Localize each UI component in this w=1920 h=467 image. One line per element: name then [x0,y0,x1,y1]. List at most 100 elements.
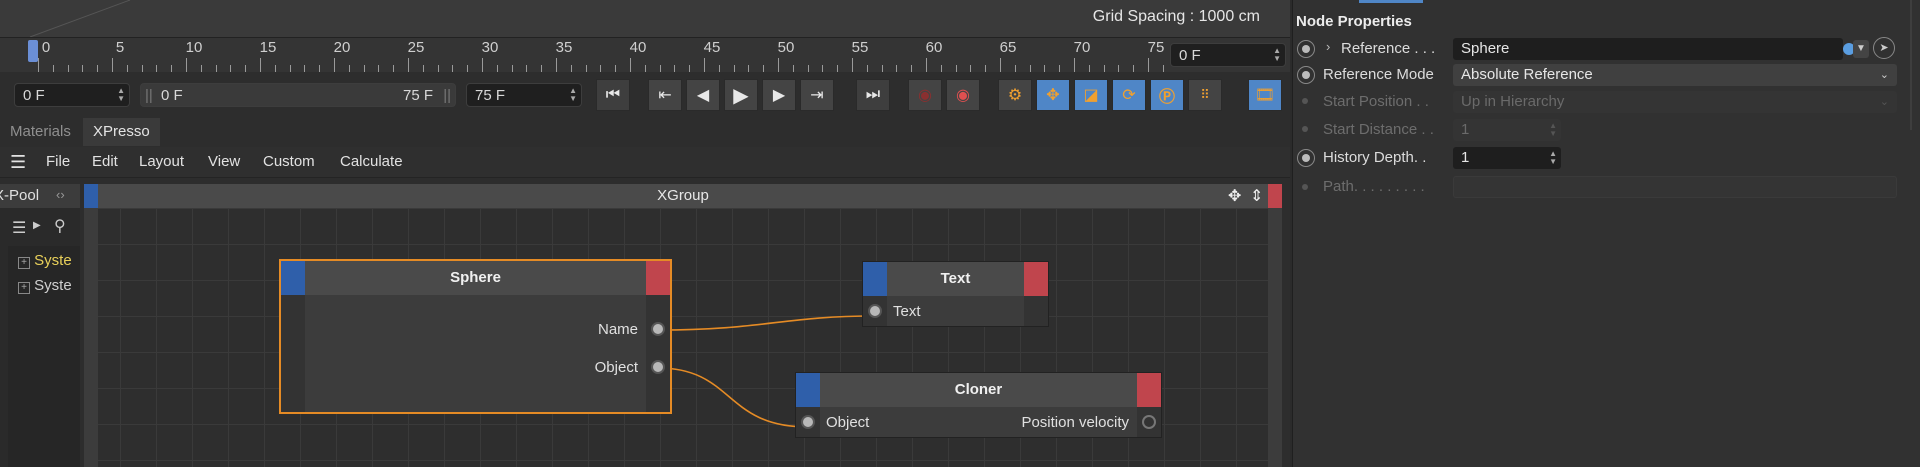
prev-key-button[interactable]: ⇤ [648,79,682,111]
side-panel-tabs[interactable] [1906,0,1920,140]
timeline-tick-label: 40 [629,39,647,56]
key-position-button[interactable]: ✥ [1036,79,1070,111]
xgroup-header[interactable]: XGroup ✥ ⇕ [84,184,1282,208]
tree-item-label: Syste [34,277,72,294]
timeline-tick [630,58,631,72]
skip-start-icon: ⏮ [605,86,621,103]
range-handle-left-icon[interactable]: || [145,84,153,108]
dots-grid-icon: ⠿ [1200,87,1210,102]
animate-radio[interactable] [1297,40,1315,58]
start-frame-field[interactable]: 0 F ▲ ▼ [14,83,130,107]
reference-mode-select[interactable]: Absolute Reference ⌄ [1453,64,1897,86]
key-settings-button[interactable]: ⚙ [998,79,1032,111]
timeline-tick [348,65,350,72]
timeline-tick-label: 0 [41,39,51,56]
autokey-button[interactable]: ◉ [908,79,942,111]
chevron-right-icon[interactable]: › [1326,39,1330,54]
animate-radio[interactable] [1297,66,1315,84]
hamburger-icon[interactable]: ☰ [10,152,26,173]
menu-custom[interactable]: Custom [263,153,315,170]
search-icon[interactable]: ⚲ [54,216,66,236]
expand-arrows-icon[interactable]: ‹› [56,187,65,202]
list-menu-icon[interactable]: ☰ [12,218,26,238]
next-key-button[interactable]: ⇥ [800,79,834,111]
tree-item[interactable]: + Syste [18,252,72,269]
node-header[interactable]: Text [863,262,1048,296]
current-frame-field[interactable]: 0 F ▲ ▼ [1170,43,1286,67]
input-port-object[interactable] [801,415,815,429]
timeline-tick [556,58,557,72]
node-output-cap[interactable] [1137,373,1161,407]
menu-edit[interactable]: Edit [92,153,118,170]
property-label: Start Position . . [1323,93,1429,110]
timeline-tick [1103,65,1105,72]
menu-view[interactable]: View [208,153,240,170]
prev-frame-button[interactable]: ◀ [686,79,720,111]
xgroup-output-cap[interactable] [1268,184,1282,208]
play-button[interactable]: ▶ [724,79,758,111]
text-node[interactable]: Text Text [862,261,1049,327]
node-output-cap[interactable] [1024,262,1048,296]
menu-bar: ☰ File Edit Layout View Custom Calculate [0,147,1290,178]
menu-calculate[interactable]: Calculate [340,153,403,170]
spinner-icon: ▲ ▼ [1549,121,1557,138]
reference-field[interactable]: Sphere [1453,38,1855,60]
frame-range-slider[interactable]: || 0 F 75 F || [140,83,456,107]
move-icon[interactable]: ✥ [1228,186,1241,206]
port-label: Name [597,321,638,338]
timeline-tick [112,58,113,72]
timeline-tick [126,65,128,72]
node-header[interactable]: Sphere [281,261,670,295]
timeline-ruler[interactable]: 0 5 10 15 20 25 30 35 40 45 50 55 60 65 70 75 [0,38,1290,72]
node-canvas[interactable]: Sphere Name Object Text Text Cloner Obje… [84,208,1282,467]
timeline-tick [186,58,187,72]
tab-materials[interactable]: Materials [0,118,81,146]
range-handle-right-icon[interactable]: || [443,84,451,108]
go-to-end-button[interactable]: ⏭ [856,79,890,111]
timeline-tick [245,65,247,72]
timeline-button[interactable]: 🎞 [1248,79,1282,111]
input-port-text[interactable] [868,304,882,318]
caret-right-icon[interactable]: ▶ [33,220,41,231]
node-input-cap[interactable] [796,373,820,407]
animate-radio[interactable] [1297,149,1315,167]
node-input-cap[interactable] [863,262,887,296]
node-output-cap[interactable] [646,261,670,295]
history-depth-field[interactable]: 1 ▲ ▼ [1453,147,1561,169]
expand-plus-icon[interactable]: + [18,257,30,269]
menu-layout[interactable]: Layout [139,153,184,170]
tab-xpresso-editor[interactable]: XPresso Editor [83,118,160,168]
key-pla-button[interactable]: ⠿ [1188,79,1222,111]
node-input-cap[interactable] [281,261,305,295]
next-frame-button[interactable]: ▶ [762,79,796,111]
output-port-position-velocity[interactable] [1142,415,1156,429]
tree-item[interactable]: + Syste [18,277,72,294]
key-parameter-button[interactable]: Ⓟ [1150,79,1184,111]
menu-file[interactable]: File [46,153,70,170]
record-button[interactable]: ◉ [946,79,980,111]
xpool-title: X-Pool [0,187,40,204]
output-port-object[interactable] [651,360,665,374]
timeline-playhead[interactable] [28,40,38,62]
timeline-tick [215,65,217,72]
node-title: Text [940,270,971,287]
wire-object-to-cloner[interactable] [657,367,809,428]
pick-object-button[interactable]: ➤ [1873,37,1895,59]
scale-icon: ◪ [1083,87,1099,104]
timeline-tick [704,58,705,72]
timeline-tick-label: 45 [703,39,721,56]
key-scale-button[interactable]: ◪ [1074,79,1108,111]
sphere-node[interactable]: Sphere Name Object [279,259,672,414]
reference-dropdown-button[interactable]: ▼ [1853,40,1869,58]
resize-icon[interactable]: ⇕ [1250,186,1263,206]
node-header[interactable]: Cloner [796,373,1161,407]
timeline-tick-label: 25 [407,39,425,56]
side-tab-strip [1910,0,1912,130]
key-rotation-button[interactable]: ⟳ [1112,79,1146,111]
cloner-node[interactable]: Cloner Object Position velocity [795,372,1162,438]
output-port-name[interactable] [651,322,665,336]
end-frame-field[interactable]: 75 F ▲ ▼ [466,83,582,107]
wire-name-to-text[interactable] [657,315,875,331]
go-to-start-button[interactable]: ⏮ [596,79,630,111]
expand-plus-icon[interactable]: + [18,282,30,294]
